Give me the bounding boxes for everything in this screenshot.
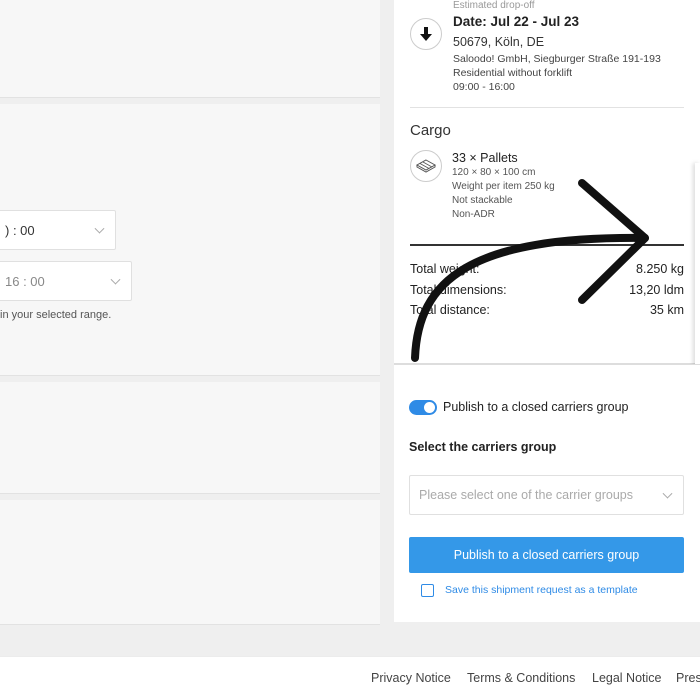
dropoff-company: Saloodo! GmbH, Siegburger Straße 191-193: [453, 53, 661, 65]
range-note: in your selected range.: [0, 309, 112, 321]
total-dimensions-label: Total dimensions:: [410, 283, 507, 297]
save-template-checkbox[interactable]: [421, 584, 434, 597]
total-weight-row: Total weight: 8.250 kg: [410, 262, 684, 276]
carriers-group-placeholder: Please select one of the carrier groups: [419, 488, 634, 502]
chevron-down-icon: [94, 223, 105, 234]
cargo-quantity: 33 × Pallets: [452, 151, 518, 165]
dropoff-city: 50679, Köln, DE: [453, 35, 545, 49]
carriers-group-select[interactable]: Please select one of the carrier groups: [409, 475, 684, 515]
totals-divider: [410, 244, 684, 246]
shipment-summary-card: Estimated drop-off Date: Jul 22 - Jul 23…: [394, 0, 700, 364]
save-template-label[interactable]: Save this shipment request as a template: [445, 584, 638, 596]
dropoff-label: Estimated drop-off: [453, 0, 535, 11]
footer: Privacy Notice Terms & Conditions Legal …: [0, 656, 700, 700]
time-from-select[interactable]: ) : 00: [0, 210, 116, 250]
footer-terms-link[interactable]: Terms & Conditions: [467, 671, 575, 685]
publish-toggle[interactable]: [409, 400, 437, 415]
dropoff-hours: 09:00 - 16:00: [453, 81, 515, 93]
left-panel-top: [0, 0, 380, 98]
cargo-title: Cargo: [410, 122, 451, 139]
time-to-value: 16 : 00: [5, 273, 45, 289]
left-panel-middle: [0, 382, 380, 494]
publish-card: Publish to a closed carriers group Selec…: [394, 364, 700, 622]
arrow-down-icon: [410, 18, 442, 50]
total-weight-value: 8.250 kg: [636, 262, 684, 276]
total-weight-label: Total weight:: [410, 262, 480, 276]
total-distance-label: Total distance:: [410, 303, 490, 317]
publish-toggle-label: Publish to a closed carriers group: [443, 400, 629, 414]
cargo-dimensions: 120 × 80 × 100 cm: [452, 167, 536, 178]
pallet-icon: [410, 150, 442, 182]
divider: [410, 107, 684, 108]
total-distance-value: 35 km: [649, 303, 684, 317]
footer-press-link[interactable]: Press: [676, 671, 700, 685]
total-dimensions-row: Total dimensions: 13,20 ldm: [410, 283, 684, 297]
total-distance-row: Total distance: 35 km: [410, 303, 684, 317]
left-panel-time: ) : 00 16 : 00 in your selected range.: [0, 104, 380, 376]
cargo-adr: Non-ADR: [452, 209, 495, 220]
time-to-select[interactable]: 16 : 00: [0, 261, 132, 301]
footer-legal-link[interactable]: Legal Notice: [592, 671, 662, 685]
dropoff-date: Date: Jul 22 - Jul 23: [453, 14, 580, 29]
time-from-value: ) : 00: [5, 222, 35, 238]
toggle-knob: [424, 402, 435, 413]
total-dimensions-value: 13,20 ldm: [629, 283, 684, 297]
cargo-stackable: Not stackable: [452, 195, 513, 206]
chevron-down-icon: [110, 274, 121, 285]
chevron-down-icon: [662, 488, 673, 499]
footer-privacy-link[interactable]: Privacy Notice: [371, 671, 451, 685]
left-panel-bottom: [0, 500, 380, 625]
carriers-group-label: Select the carriers group: [409, 440, 557, 454]
publish-button[interactable]: Publish to a closed carriers group: [409, 537, 684, 573]
dropoff-type: Residential without forklift: [453, 67, 573, 79]
cargo-weight: Weight per item 250 kg: [452, 181, 555, 192]
